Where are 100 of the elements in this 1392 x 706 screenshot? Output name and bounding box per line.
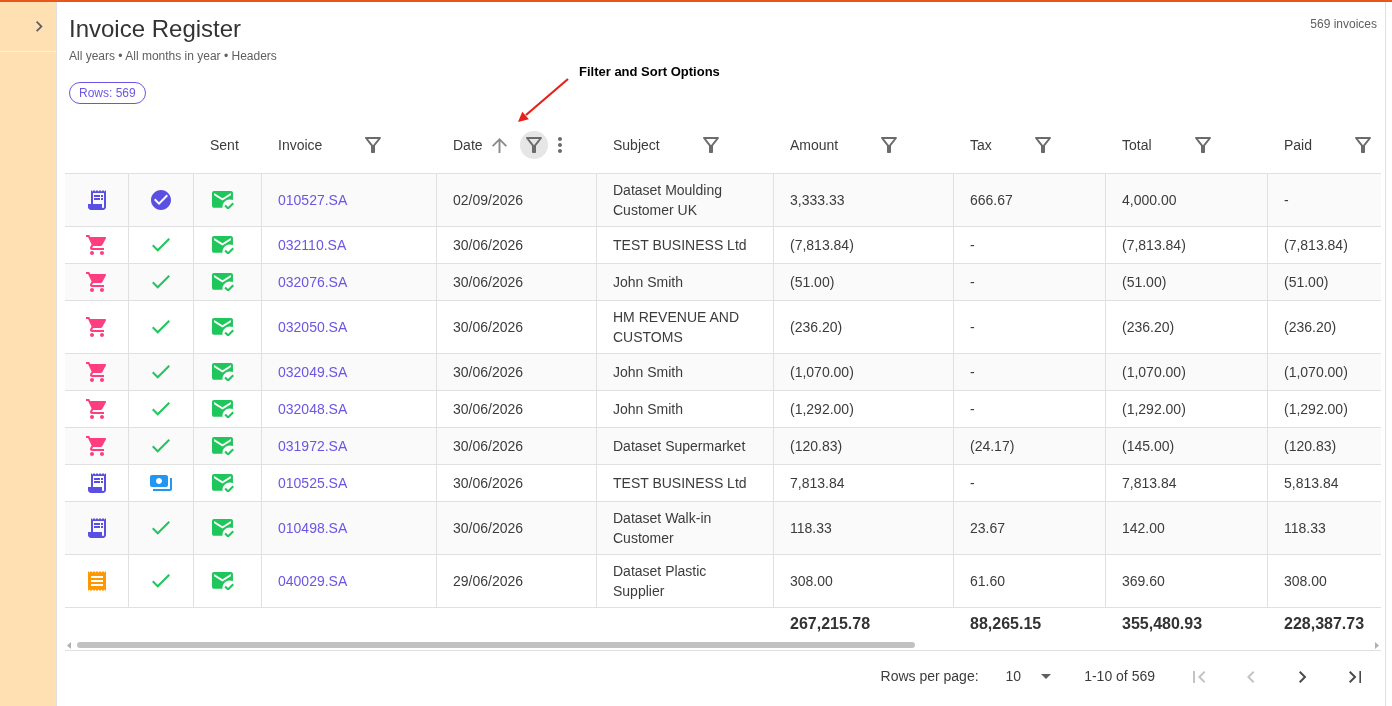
table-cell: 30/06/2026 [437,391,597,427]
table-cell: - [954,391,1106,427]
table-cell: John Smith [597,391,774,427]
column-header[interactable]: Amount [790,135,839,155]
invoice-count: 569 invoices [1310,16,1377,32]
rows-per-page-select[interactable]: 10 [1005,666,1052,687]
table-cell: HM REVENUE AND CUSTOMS [597,301,774,353]
filter-summary: All years • All months in year • Headers [69,48,277,64]
table-cell: Dataset Moulding Customer UK [597,174,774,226]
table-cell: 118.33 [774,502,954,554]
table-cell: Dataset Supermarket [597,428,774,464]
table-cell: (120.83) [774,428,954,464]
table-cell-text: 5,813.84 [1283,474,1340,493]
check-icon [152,521,170,535]
table-cell: - [954,264,1106,300]
scrollbar-thumb[interactable] [77,642,915,648]
check-icon [152,402,170,416]
table-cell: Dataset Plastic Supplier [597,555,774,607]
column-header[interactable]: Total [1122,135,1152,155]
check-icon [152,275,170,289]
table-cell: 7,813.84 [1106,465,1268,501]
table-cell: 02/09/2026 [437,174,597,226]
check-icon [152,574,170,588]
table-cell: 30/06/2026 [437,502,597,554]
column-header[interactable]: Tax [970,135,992,155]
table-cell: 308.00 [774,555,954,607]
total-value: 228,387.73 [1284,614,1365,634]
check-icon [152,320,170,334]
invoice-link[interactable]: 032076.SA [278,272,348,292]
table-cell-text: (1,070.00) [1283,363,1349,382]
rows-per-page-label: Rows per page: [880,667,979,686]
table-cell: 4,000.00 [1106,174,1268,226]
table-cell: (24.17) [954,428,1106,464]
total-value: 267,215.78 [790,614,871,634]
invoice-link[interactable]: 010527.SA [278,190,348,210]
banknotes-icon [150,475,172,491]
table-cell: (51.00) [774,264,954,300]
invoice-link[interactable]: 032110.SA [278,235,347,255]
filter-icon[interactable] [881,137,898,153]
table-cell: (145.00) [1106,428,1268,464]
filter-icon[interactable] [1355,137,1372,153]
annotation-label: Filter and Sort Options [579,64,720,80]
table-cell-text: (120.83) [1283,437,1338,456]
invoice-link[interactable]: 032050.SA [278,317,348,337]
invoice-link[interactable]: 040029.SA [278,571,348,591]
table-cell: John Smith [597,264,774,300]
filter-icon[interactable] [525,137,542,153]
annotation-arrow [516,77,570,124]
filter-button[interactable] [519,131,548,159]
table-cell-text: 118.33 [1283,519,1327,538]
table-cell: 30/06/2026 [437,354,597,390]
table-cell: John Smith [597,354,774,390]
table-cell: 369.60 [1106,555,1268,607]
total-value: 355,480.93 [1122,614,1203,634]
table-cell: (7,813.84) [1106,227,1268,263]
receipt-icon [87,571,106,591]
sort-arrow-icon[interactable] [492,137,508,153]
table-cell: (1,070.00) [774,354,954,390]
column-header[interactable]: Invoice [278,135,323,155]
filter-icon[interactable] [1034,137,1051,153]
next-page-icon[interactable] [1299,670,1307,683]
filter-icon[interactable] [1194,137,1211,153]
cart-icon [86,436,107,456]
cart-icon [86,317,107,337]
invoice-link[interactable]: 032048.SA [278,399,348,419]
invoice-link[interactable]: 010525.SA [278,473,348,493]
table-cell: 30/06/2026 [437,301,597,353]
last-page-icon[interactable] [1348,670,1362,683]
filter-icon[interactable] [365,137,382,153]
document-icon [87,190,106,210]
cart-icon [86,272,107,292]
table-cell-text: - [1283,191,1290,210]
invoice-link[interactable]: 010498.SA [278,518,348,538]
table-cell-text: (1,292.00) [1283,400,1349,419]
table-cell-text: 308.00 [1283,572,1328,591]
table-cell: - [954,465,1106,501]
column-header[interactable]: Paid [1284,135,1313,155]
table-cell: 666.67 [954,174,1106,226]
page-title: Invoice Register [69,14,242,44]
filter-icon[interactable] [702,137,719,153]
cart-icon [86,235,107,255]
table-cell-text: (236.20) [1283,318,1338,337]
table-cell-text: (7,813.84) [1283,236,1349,255]
invoice-link[interactable]: 031972.SA [278,436,348,456]
table-cell: (1,292.00) [774,391,954,427]
table-cell: 23.67 [954,502,1106,554]
invoice-link[interactable]: 032049.SA [278,362,348,382]
column-header[interactable]: Date [453,135,483,155]
table-cell: (7,813.84) [774,227,954,263]
table-cell: 30/06/2026 [437,428,597,464]
column-header[interactable]: Subject [613,135,660,155]
table-cell: - [954,354,1106,390]
column-header[interactable]: Sent [210,135,239,155]
chevron-right-icon[interactable] [36,21,43,32]
table-cell: 61.60 [954,555,1106,607]
table-cell: 30/06/2026 [437,264,597,300]
table-cell: 29/06/2026 [437,555,597,607]
table-cell: (1,070.00) [1106,354,1268,390]
more-options-icon[interactable] [557,137,562,153]
table-cell: 142.00 [1106,502,1268,554]
